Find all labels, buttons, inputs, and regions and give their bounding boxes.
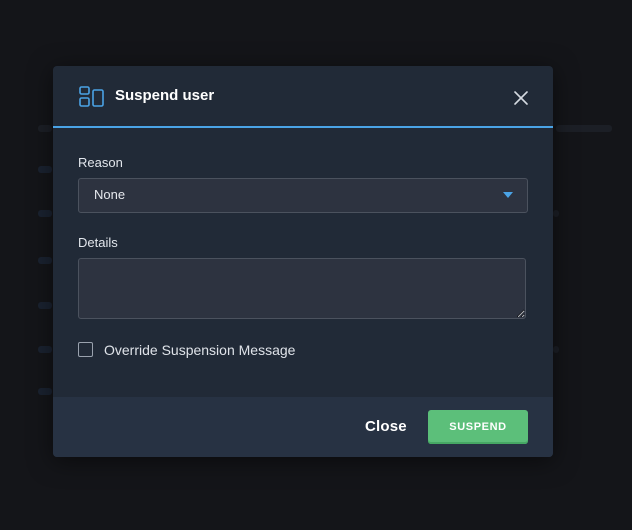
caret-down-icon [503,192,513,198]
background-content [553,210,559,217]
background-content [38,125,52,132]
override-suspension-message-checkbox[interactable] [78,342,93,357]
close-button[interactable]: Close [365,417,407,437]
layout-panels-icon [79,86,104,107]
reason-label: Reason [78,155,123,170]
details-textarea[interactable] [78,258,526,319]
background-content [38,257,52,264]
background-content [38,388,52,395]
background-content [553,346,559,353]
background-content [38,302,52,309]
dialog-footer: Close SUSPEND [53,397,553,457]
dialog-header: Suspend user [53,66,553,128]
details-label: Details [78,235,118,250]
background-content [556,125,612,132]
override-suspension-message-label[interactable]: Override Suspension Message [104,342,295,359]
dialog-title: Suspend user [115,87,215,104]
background-content [38,346,52,353]
close-icon[interactable] [511,88,531,108]
reason-select-value: None [94,187,126,202]
reason-select[interactable]: None [78,178,528,213]
background-content [38,166,52,173]
suspend-user-dialog: Suspend user Reason None Details Overrid… [53,66,553,457]
background-content [38,210,52,217]
suspend-button[interactable]: SUSPEND [428,410,528,444]
